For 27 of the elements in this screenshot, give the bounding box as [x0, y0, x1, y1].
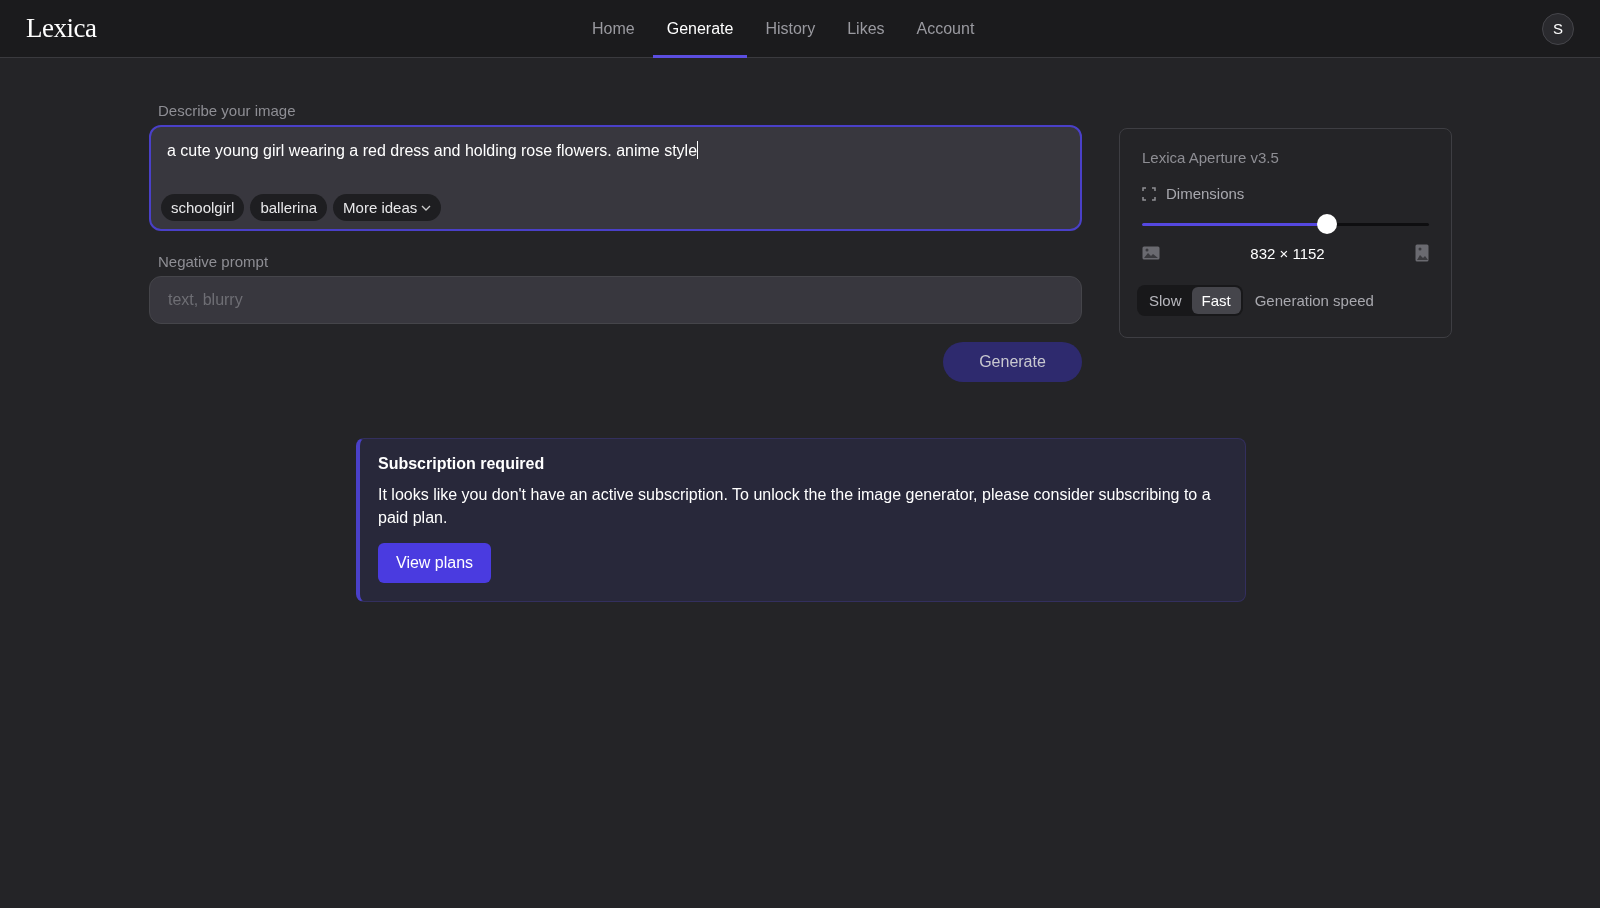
generate-button[interactable]: Generate	[943, 342, 1082, 382]
dimensions-label: Dimensions	[1166, 185, 1245, 202]
logo[interactable]: Lexica	[26, 13, 97, 44]
more-ideas-button[interactable]: More ideas	[333, 194, 442, 221]
field-label: Describe your image	[157, 102, 297, 119]
suggestion-chip[interactable]: schoolgirl	[161, 194, 245, 221]
dimension-slider[interactable]	[1142, 214, 1429, 234]
nav-tab[interactable]: History	[751, 0, 830, 58]
alert-title: Subscription required	[378, 455, 546, 473]
expand-icon	[1142, 186, 1156, 201]
speed-option[interactable]: Fast	[1191, 287, 1241, 314]
suggestion-chip[interactable]: ballerina	[250, 194, 328, 221]
slider-handle[interactable]	[1316, 214, 1337, 234]
nav-tab[interactable]: Likes	[833, 0, 899, 58]
avatar[interactable]: S	[1542, 12, 1574, 45]
prompt-field[interactable]: a cute young girl wearing a red dress and holding rose flowers. anime style schoolgirl ballerina More ideas	[149, 125, 1082, 231]
nav-tab[interactable]: Generate	[652, 0, 748, 58]
dimensions-value: 832 × 1152	[1250, 244, 1325, 262]
field-label: Negative prompt	[157, 253, 270, 270]
nav-tab[interactable]: Account	[902, 0, 989, 58]
alert-message: It looks like you don't have an active subscription. To unlock the the image generator, please consider subscribing to a paid plan.	[378, 485, 1212, 528]
nav-tab[interactable]: Home	[578, 0, 649, 58]
model-name[interactable]: Lexica Aperture v3.5	[1142, 149, 1429, 166]
speed-option[interactable]: Slow	[1139, 287, 1192, 314]
view-plans-button[interactable]: View plans	[378, 543, 492, 583]
chevron-down-icon	[421, 204, 432, 211]
speed-label: Generation speed	[1254, 292, 1374, 309]
